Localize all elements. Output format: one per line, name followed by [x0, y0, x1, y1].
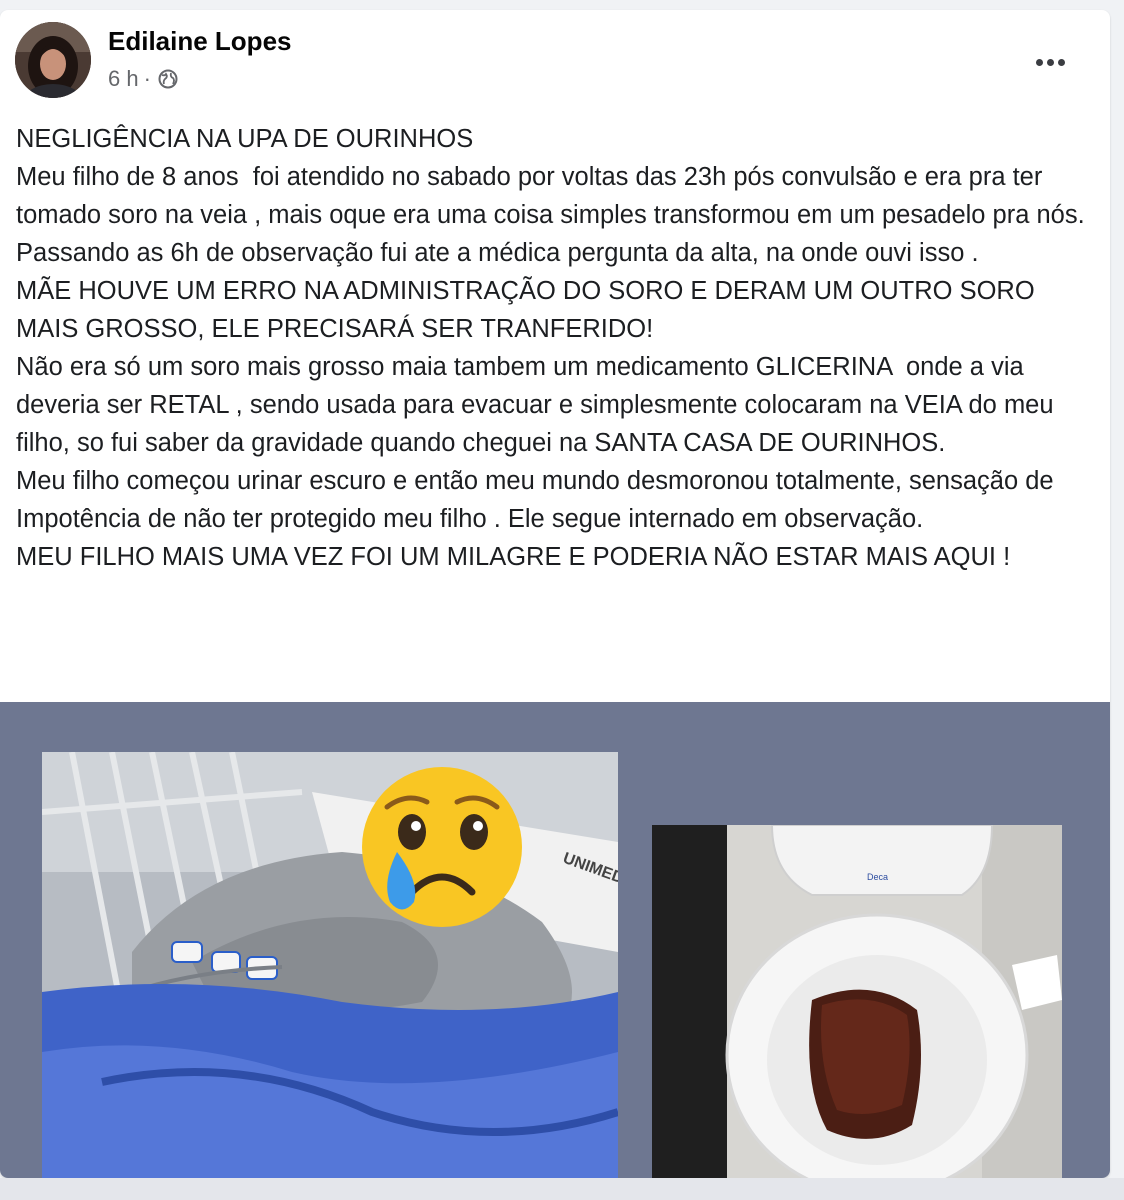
toilet-image: Deca	[652, 825, 1062, 1178]
author-avatar[interactable]	[15, 22, 91, 98]
more-dot	[1057, 58, 1065, 66]
post-text: NEGLIGÊNCIA NA UPA DE OURINHOS Meu filho…	[16, 120, 1094, 576]
post-meta: 6 h ·	[108, 66, 178, 92]
post-paragraph: MEU FILHO MAIS UMA VEZ FOI UM MILAGRE E …	[16, 543, 1011, 571]
post-paragraph: Meu filho começou urinar escuro e então …	[16, 467, 1061, 533]
toilet-brand: Deca	[867, 872, 888, 882]
photo-hospital-bed[interactable]: UNIMED	[42, 752, 618, 1178]
post-paragraph: Meu filho de 8 anos foi atendido no saba…	[16, 163, 1092, 267]
author-name[interactable]: Edilaine Lopes	[108, 26, 292, 57]
post-timestamp[interactable]: 6 h	[108, 66, 139, 92]
post-paragraph: MÃE HOUVE UM ERRO NA ADMINISTRAÇÃO DO SO…	[16, 277, 1042, 343]
post-media[interactable]: UNIMED Deca	[0, 702, 1110, 1178]
globe-icon[interactable]	[158, 69, 178, 89]
bottom-strip	[0, 1178, 1124, 1200]
more-dot	[1046, 58, 1054, 66]
post-paragraph: NEGLIGÊNCIA NA UPA DE OURINHOS	[16, 125, 474, 153]
more-options-icon[interactable]	[1028, 40, 1072, 84]
post-paragraph: Não era só um soro mais grosso maia tamb…	[16, 353, 1061, 457]
post-header: Edilaine Lopes 6 h ·	[0, 10, 1110, 105]
photo-toilet[interactable]: Deca	[652, 825, 1062, 1178]
crying-emoji	[362, 767, 522, 927]
avatar-photo	[15, 22, 91, 98]
meta-separator: ·	[143, 66, 151, 91]
more-dot	[1035, 58, 1043, 66]
hospital-bed-image: UNIMED	[42, 752, 618, 1178]
post-card: Edilaine Lopes 6 h · NEGLIGÊNCIA NA UPA …	[0, 10, 1110, 1178]
